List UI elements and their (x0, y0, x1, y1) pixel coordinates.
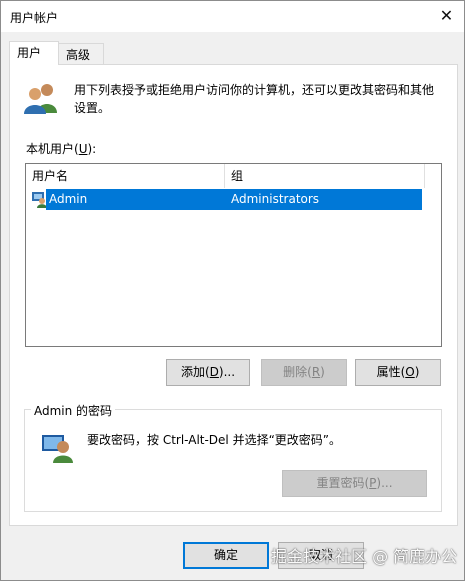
local-users-label: 本机用户(U): (26, 142, 97, 156)
column-header-username[interactable]: 用户名 (26, 164, 225, 188)
reset-password-button[interactable]: 重置密码(P)... (282, 470, 427, 497)
tab-advanced[interactable]: 高级 (58, 43, 104, 65)
password-group-title: Admin 的密码 (31, 402, 116, 419)
users-icon (24, 84, 57, 114)
user-password-icon (42, 435, 73, 463)
row-username: Admin (49, 192, 88, 206)
tab-users[interactable]: 用户 (9, 41, 59, 65)
ok-button[interactable]: 确定 (183, 542, 269, 569)
column-header-group[interactable]: 组 (225, 164, 425, 188)
user-row-icon (32, 192, 47, 208)
users-list[interactable]: 用户名 组 Admin Administrators (25, 163, 442, 347)
password-instruction: 要改密码，按 Ctrl-Alt-Del 并选择“更改密码”。 (87, 433, 342, 447)
user-accounts-dialog: 用户帐户 ✕ 用户 高级 用下列表授予或拒绝用户访问你的计算机，还可以更改其密码… (0, 0, 465, 581)
window-title: 用户帐户 (10, 11, 59, 25)
close-icon[interactable]: ✕ (429, 1, 464, 32)
intro-text: 用下列表授予或拒绝用户访问你的计算机，还可以更改其密码和其他设置。 (74, 83, 435, 115)
table-row[interactable]: Admin Administrators (46, 189, 422, 210)
watermark: 掘金技术社区 @ 简鹿办公 (271, 547, 458, 566)
properties-button[interactable]: 属性(O) (355, 359, 441, 386)
row-group: Administrators (231, 192, 320, 206)
remove-button[interactable]: 删除(R) (261, 359, 347, 386)
title-bar: 用户帐户 ✕ (1, 1, 464, 32)
add-button[interactable]: 添加(D)... (166, 359, 250, 386)
